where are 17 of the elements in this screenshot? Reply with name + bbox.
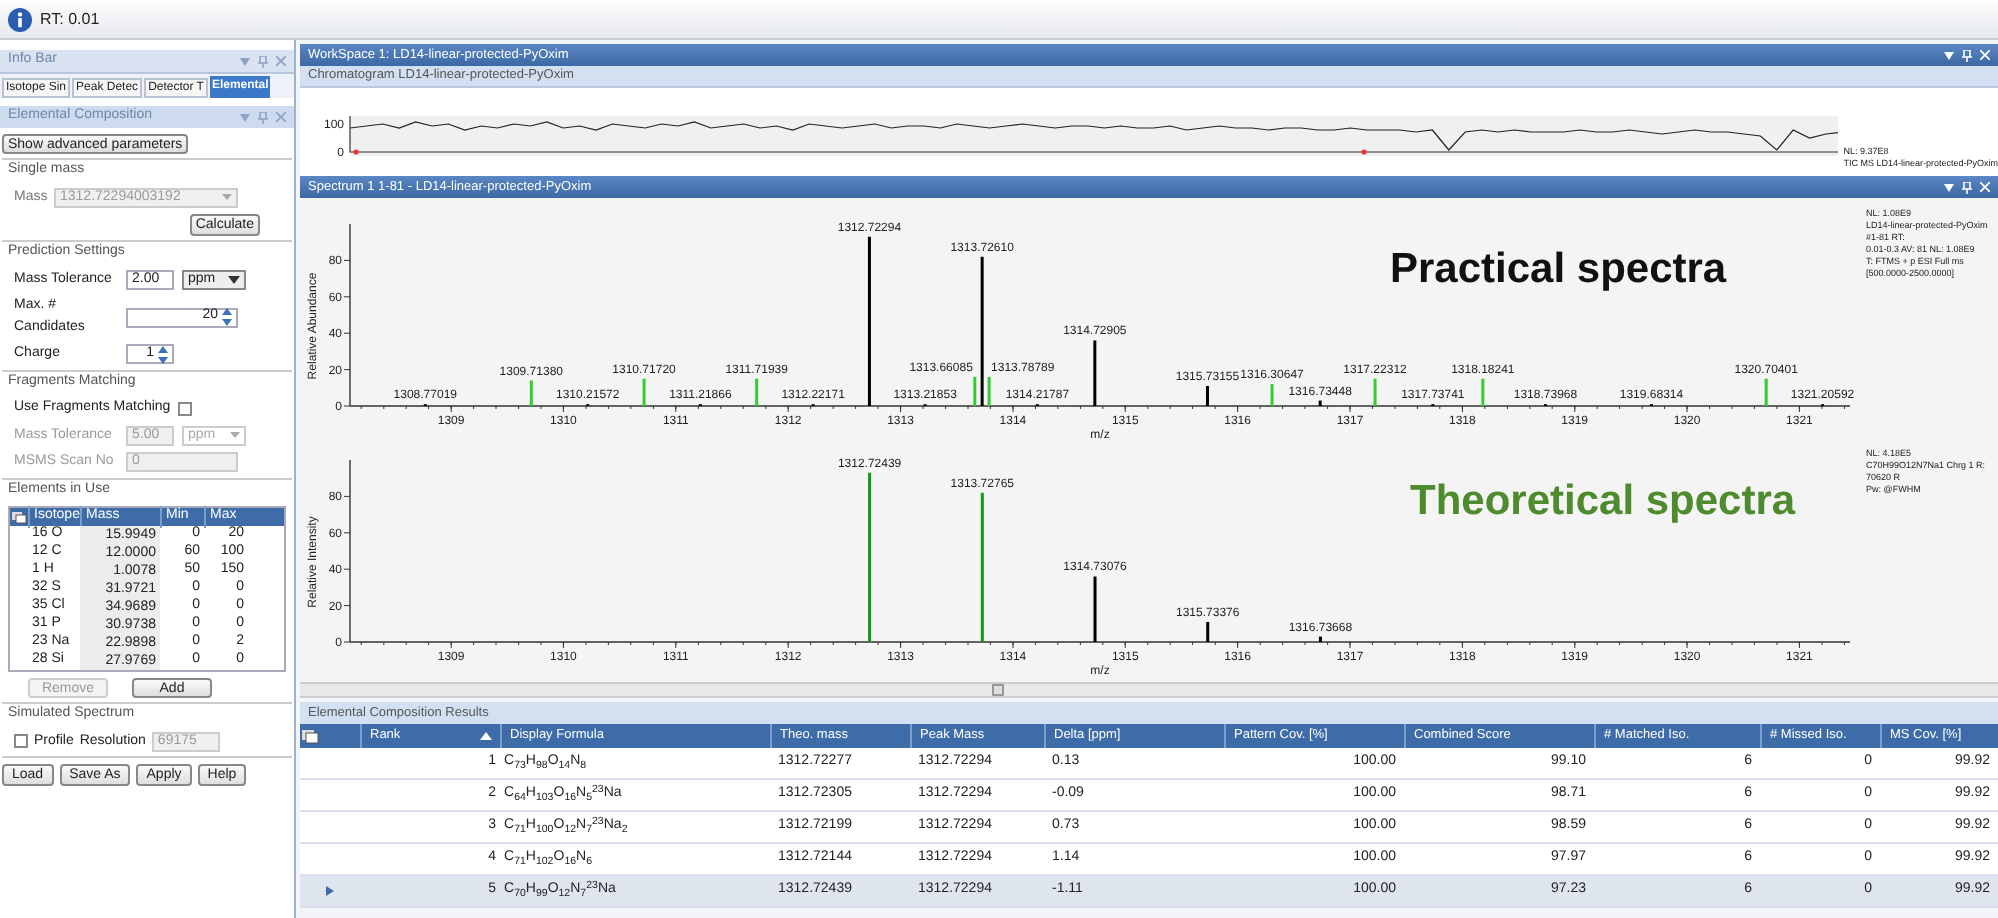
checkbox[interactable]: [178, 401, 193, 416]
scan-marker: [1361, 149, 1367, 155]
overlay-caption: Practical spectra: [1390, 244, 1727, 296]
info-icon: [8, 7, 32, 31]
caret-icon[interactable]: [1944, 51, 1954, 59]
spinner-arrows-icon[interactable]: [222, 308, 232, 326]
spinner-arrows-icon[interactable]: [158, 345, 168, 364]
caret-icon[interactable]: [1944, 183, 1954, 191]
scrollbar-thumb[interactable]: [992, 684, 1004, 696]
horizontal-scrollbar[interactable]: [300, 682, 1998, 698]
overlay-caption: Theoretical spectra: [1410, 476, 1796, 528]
sort-arrow-icon[interactable]: [480, 732, 492, 740]
scan-marker: [353, 149, 359, 155]
row-pointer-icon: [326, 886, 334, 896]
caret-icon[interactable]: [228, 275, 240, 284]
rt-label: RT: 0.01: [40, 7, 100, 31]
checkbox[interactable]: [14, 734, 28, 749]
